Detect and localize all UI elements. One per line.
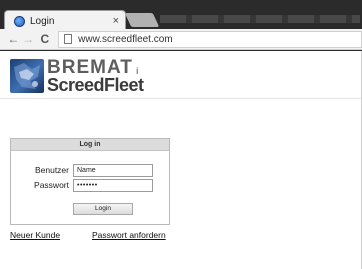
- address-url: www.screedfleet.com: [78, 33, 173, 45]
- new-tab-button[interactable]: [124, 13, 160, 27]
- password-input[interactable]: •••••••: [73, 179, 153, 192]
- username-input[interactable]: Name: [73, 164, 153, 177]
- header-divider: [0, 98, 362, 99]
- username-label: Benutzer: [34, 165, 69, 175]
- username-row: Benutzer Name: [11, 164, 171, 177]
- back-arrow-icon[interactable]: ←: [6, 32, 21, 46]
- browser-tabstrip: Login ×: [0, 0, 362, 31]
- brand-logo: BREMAT i ScreedFleet: [10, 58, 144, 95]
- blurred-bookmarks: [160, 15, 360, 23]
- forward-arrow-icon[interactable]: →: [21, 32, 36, 46]
- browser-tab-login[interactable]: Login ×: [4, 10, 126, 31]
- login-button[interactable]: Login: [73, 203, 133, 215]
- page-icon: [64, 34, 73, 44]
- login-panel-title: Log in: [11, 139, 169, 151]
- tab-close-icon[interactable]: ×: [113, 15, 119, 27]
- site-favicon-icon: [14, 15, 25, 27]
- address-bar[interactable]: www.screedfleet.com: [58, 30, 362, 48]
- reload-icon[interactable]: C: [37, 32, 52, 46]
- request-password-link[interactable]: Passwort anfordern: [92, 230, 166, 240]
- login-panel: Log in Benutzer Name Passwort ••••••• Lo…: [10, 138, 170, 225]
- password-label: Passwort: [34, 180, 69, 190]
- new-customer-link[interactable]: Neuer Kunde: [10, 230, 60, 240]
- tab-title: Login: [30, 15, 55, 27]
- password-row: Passwort •••••••: [11, 179, 171, 192]
- page-content: BREMAT i ScreedFleet Log in Benutzer Nam…: [0, 51, 362, 269]
- logo-emblem-icon: [10, 59, 44, 93]
- logo-text-screedfleet: ScreedFleet: [47, 75, 144, 95]
- browser-toolbar: ← → C www.screedfleet.com: [0, 29, 362, 50]
